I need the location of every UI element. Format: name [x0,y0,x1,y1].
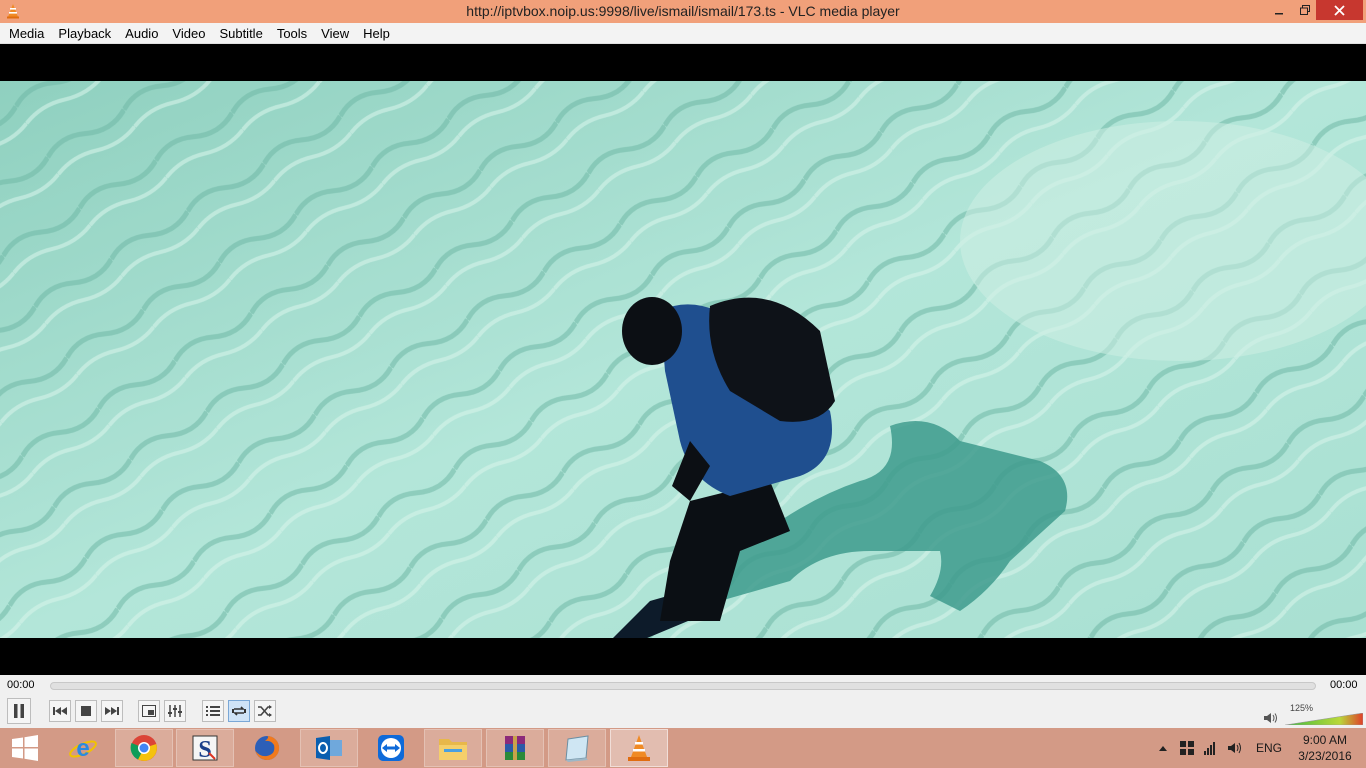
pause-icon [14,704,24,718]
network-icon[interactable] [1204,741,1218,755]
windows-start-icon [12,735,38,761]
show-hidden-icons-icon[interactable] [1158,744,1168,752]
menu-view[interactable]: View [314,23,356,44]
taskbar-chrome[interactable] [115,729,173,767]
menu-subtitle[interactable]: Subtitle [212,23,269,44]
language-indicator[interactable]: ENG [1256,741,1282,755]
internet-explorer-icon: e [69,735,97,762]
shuffle-icon [258,705,272,717]
system-tray: ENG [1158,728,1282,768]
taskbar-s-app[interactable]: S [176,729,234,767]
pause-button[interactable] [7,698,31,724]
winrar-icon [505,736,525,760]
skip-back-icon [53,707,67,715]
taskbar: e S ENG 9:00 AM 3/23/2016 [0,728,1366,768]
video-display[interactable] [0,44,1366,675]
chrome-icon [130,735,157,761]
outlook-icon [316,736,342,760]
taskbar-file-explorer[interactable] [424,729,482,767]
taskbar-outlook[interactable] [300,729,358,767]
speaker-icon[interactable] [1264,712,1278,724]
menu-playback[interactable]: Playback [51,23,118,44]
taskbar-vlc[interactable] [610,729,668,767]
notebook-icon [565,735,589,762]
taskbar-internet-explorer[interactable]: e [54,729,112,767]
svg-text:e: e [76,735,89,762]
teamviewer-icon [378,735,404,761]
total-time: 00:00 [1330,679,1358,691]
skip-forward-icon [105,707,119,715]
clock[interactable]: 9:00 AM 3/23/2016 [1292,732,1358,764]
loop-button[interactable] [228,700,250,722]
menu-help[interactable]: Help [356,23,397,44]
fullscreen-button[interactable] [138,700,160,722]
taskbar-teamviewer[interactable] [362,729,420,767]
title-bar[interactable]: http://iptvbox.noip.us:9998/live/ismail/… [0,0,1366,23]
close-button[interactable] [1316,0,1363,20]
volume-percent: 125% [1290,703,1314,713]
restore-icon [1300,5,1310,15]
next-button[interactable] [101,700,123,722]
volume-slider[interactable] [1285,713,1363,725]
playlist-button[interactable] [202,700,224,722]
vlc-cone-icon [628,735,650,761]
playlist-icon [206,706,220,716]
seek-slider[interactable] [50,682,1316,690]
clock-time: 9:00 AM [1302,733,1348,747]
extended-settings-button[interactable] [164,700,186,722]
elapsed-time: 00:00 [7,679,35,691]
menu-tools[interactable]: Tools [270,23,314,44]
shuffle-button[interactable] [254,700,276,722]
menu-media[interactable]: Media [2,23,51,44]
stop-icon [81,706,91,716]
taskbar-winrar[interactable] [486,729,544,767]
window-title: http://iptvbox.noip.us:9998/live/ismail/… [466,3,900,19]
stop-button[interactable] [75,700,97,722]
playback-controls: 00:00 00:00 125% [0,675,1366,728]
volume-tray-icon[interactable] [1228,741,1242,755]
folder-icon [439,739,467,760]
start-button[interactable] [0,729,50,767]
close-icon [1334,4,1345,16]
menu-bar: Media Playback Audio Video Subtitle Tool… [0,23,1366,44]
taskbar-notebook[interactable] [548,729,606,767]
firefox-icon [255,735,280,760]
action-center-icon[interactable] [1180,741,1194,755]
previous-button[interactable] [49,700,71,722]
taskbar-firefox[interactable] [238,729,296,767]
menu-video[interactable]: Video [165,23,212,44]
equalizer-icon [168,705,182,717]
loop-icon [232,706,246,716]
clock-date: 3/23/2016 [1298,749,1352,763]
fullscreen-icon [142,705,156,717]
menu-audio[interactable]: Audio [118,23,165,44]
video-frame [0,81,1366,638]
minimize-icon [1275,13,1283,15]
s-app-icon: S [192,735,218,763]
svg-text:S: S [198,737,211,763]
